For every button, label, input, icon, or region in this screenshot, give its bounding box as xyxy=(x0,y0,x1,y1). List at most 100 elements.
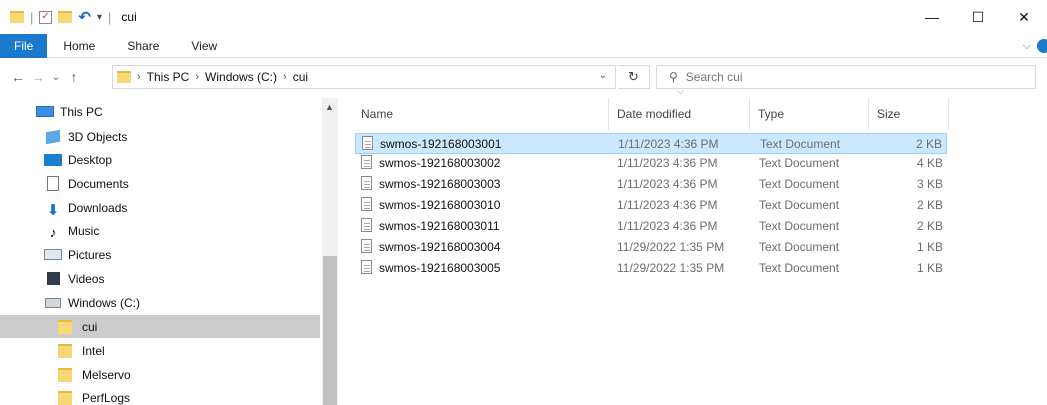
sidebar-item-perflogs[interactable]: PerfLogs xyxy=(0,386,320,405)
search-input[interactable] xyxy=(685,70,986,84)
file-type: Text Document xyxy=(760,137,841,151)
download-arrow-icon: ⬇ xyxy=(46,201,60,219)
videos-icon xyxy=(47,272,60,285)
sidebar-item-label: Music xyxy=(68,223,100,238)
file-size: 3 KB xyxy=(916,177,943,191)
column-header-size[interactable]: Size xyxy=(871,98,949,130)
desktop-icon xyxy=(44,153,62,166)
file-date: 1/11/2023 4:36 PM xyxy=(617,177,718,191)
sidebar-item-melservo[interactable]: Melservo xyxy=(0,363,320,386)
maximize-button[interactable]: ☐ xyxy=(955,0,1001,34)
file-type: Text Document xyxy=(759,177,840,191)
sidebar-item-label: Windows (C:) xyxy=(68,295,141,310)
column-header-type[interactable]: Type xyxy=(752,98,869,130)
sidebar-item-windows-c[interactable]: Windows (C:) xyxy=(0,291,320,314)
pictures-icon xyxy=(44,249,62,260)
column-header-name[interactable]: Name xyxy=(355,98,609,130)
close-button[interactable]: ✕ xyxy=(1001,0,1047,34)
chevron-right-icon[interactable]: › xyxy=(283,71,287,83)
sidebar-item-label: Melservo xyxy=(82,367,131,382)
chevron-down-icon[interactable]: ⌄ xyxy=(599,70,607,81)
file-size: 4 KB xyxy=(916,156,943,170)
text-file-icon xyxy=(361,197,372,211)
column-header-date-modified[interactable]: Date modified xyxy=(611,98,750,130)
table-row[interactable]: swmos-192168003002 1/11/2023 4:36 PM Tex… xyxy=(355,153,947,174)
window-title: cui xyxy=(121,10,137,24)
breadcrumb-cui[interactable]: cui xyxy=(293,70,308,84)
breadcrumb-windows-c[interactable]: Windows (C:) xyxy=(205,70,277,84)
file-date: 1/11/2023 4:36 PM xyxy=(618,137,719,151)
new-folder-icon[interactable] xyxy=(58,11,73,23)
forward-arrow-icon[interactable]: → xyxy=(28,69,48,85)
cube-icon xyxy=(46,129,60,144)
file-name: swmos-192168003004 xyxy=(379,240,501,254)
minimize-button[interactable]: — xyxy=(909,0,955,34)
undo-icon[interactable]: ↶ xyxy=(78,8,91,26)
quick-access-toolbar: | ↶ ▾ | cui xyxy=(0,0,137,34)
sidebar-item-videos[interactable]: Videos xyxy=(0,267,320,290)
sidebar-item-this-pc[interactable]: This PC xyxy=(0,100,320,123)
sidebar-item-intel[interactable]: Intel xyxy=(0,339,320,362)
navigation-pane: This PC 3D Objects Desktop Documents ⬇ D… xyxy=(0,98,338,405)
tab-view[interactable]: View xyxy=(175,34,233,58)
sidebar-item-3d-objects[interactable]: 3D Objects xyxy=(0,125,320,148)
file-type: Text Document xyxy=(759,198,840,212)
table-row[interactable]: swmos-192168003004 11/29/2022 1:35 PM Te… xyxy=(355,237,947,258)
file-type: Text Document xyxy=(759,240,840,254)
file-type: Text Document xyxy=(759,156,840,170)
documents-icon xyxy=(47,176,59,191)
text-file-icon xyxy=(361,239,372,253)
chevron-right-icon[interactable]: › xyxy=(137,71,141,83)
file-date: 1/11/2023 4:36 PM xyxy=(617,219,718,233)
help-icon[interactable] xyxy=(1037,39,1047,53)
up-arrow-icon[interactable]: ↑ xyxy=(64,69,84,85)
breadcrumb-this-pc[interactable]: This PC xyxy=(147,70,190,84)
text-file-icon xyxy=(361,260,372,274)
folder-icon xyxy=(58,367,72,382)
recent-locations-icon[interactable]: ⌄ xyxy=(48,72,64,83)
sidebar-item-music[interactable]: ♪ Music xyxy=(0,219,320,242)
refresh-button[interactable]: ↻ xyxy=(618,65,650,89)
folder-icon xyxy=(58,343,72,358)
sidebar-item-documents[interactable]: Documents xyxy=(0,172,320,195)
file-date: 11/29/2022 1:35 PM xyxy=(617,261,725,275)
file-size: 2 KB xyxy=(915,137,942,151)
file-date: 1/11/2023 4:36 PM xyxy=(617,156,718,170)
file-type: Text Document xyxy=(759,219,840,233)
address-bar[interactable]: › This PC › Windows (C:) › cui ⌄ xyxy=(112,65,616,89)
table-row[interactable]: swmos-192168003010 1/11/2023 4:36 PM Tex… xyxy=(355,195,947,216)
sidebar-item-cui[interactable]: cui xyxy=(0,315,320,338)
file-size: 1 KB xyxy=(916,240,943,254)
sidebar-item-downloads[interactable]: ⬇ Downloads xyxy=(0,196,320,219)
text-file-icon xyxy=(362,136,373,150)
table-row[interactable]: swmos-192168003005 11/29/2022 1:35 PM Te… xyxy=(355,258,947,279)
file-name: swmos-192168003010 xyxy=(379,198,501,212)
scroll-up-icon[interactable]: ▲ xyxy=(325,102,334,112)
nav-scrollbar[interactable]: ▲ xyxy=(322,98,338,405)
title-bar: | ↶ ▾ | cui — ☐ ✕ xyxy=(0,0,1047,34)
address-row: ← → ⌄ ↑ › This PC › Windows (C:) › cui ⌄… xyxy=(0,62,1047,92)
properties-icon[interactable] xyxy=(39,10,53,24)
scrollbar-thumb[interactable] xyxy=(323,256,337,405)
customize-toolbar-icon[interactable]: ▾ xyxy=(97,12,102,23)
file-name: swmos-192168003001 xyxy=(380,137,502,151)
file-name: swmos-192168003005 xyxy=(379,261,501,275)
sidebar-item-label: Documents xyxy=(68,176,129,191)
tab-home[interactable]: Home xyxy=(47,34,111,58)
expand-ribbon-icon[interactable]: ⌵ xyxy=(1023,40,1031,53)
back-arrow-icon[interactable]: ← xyxy=(8,69,28,85)
table-row[interactable]: swmos-192168003001 1/11/2023 4:36 PM Tex… xyxy=(355,133,947,154)
sidebar-item-pictures[interactable]: Pictures xyxy=(0,243,320,266)
tab-file[interactable]: File xyxy=(0,33,48,58)
sidebar-item-desktop[interactable]: Desktop xyxy=(0,148,320,171)
table-row[interactable]: swmos-192168003011 1/11/2023 4:36 PM Tex… xyxy=(355,216,947,237)
separator: | xyxy=(30,9,34,25)
file-size: 2 KB xyxy=(916,198,943,212)
drive-icon xyxy=(45,297,61,308)
search-icon: ⚲ xyxy=(669,70,678,84)
table-row[interactable]: swmos-192168003003 1/11/2023 4:36 PM Tex… xyxy=(355,174,947,195)
tab-share[interactable]: Share xyxy=(111,34,175,58)
chevron-right-icon[interactable]: › xyxy=(195,71,199,83)
search-box[interactable]: ⚲ xyxy=(656,65,1036,89)
file-type: Text Document xyxy=(759,261,840,275)
